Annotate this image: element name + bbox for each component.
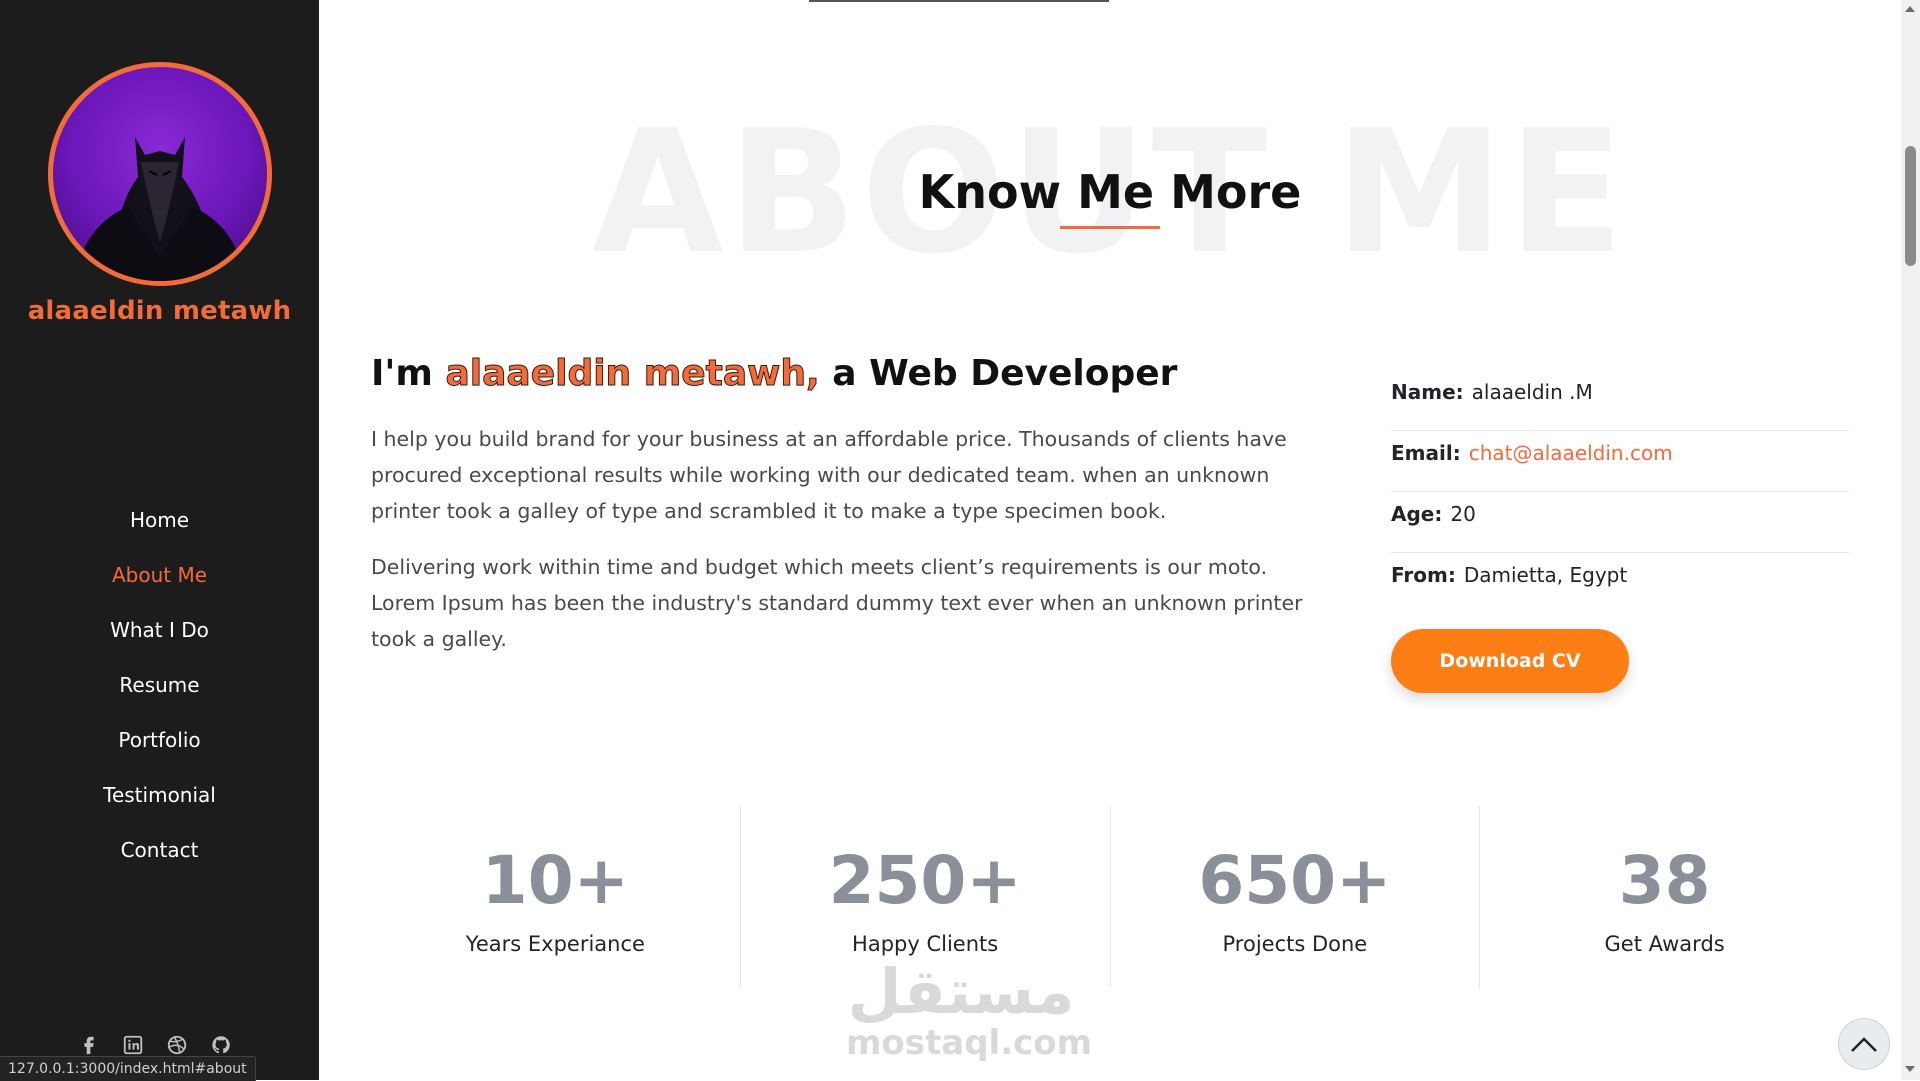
watermark-arabic: مستقل: [847, 955, 1075, 1028]
intro-name: alaaeldin metawh,: [445, 353, 820, 395]
detail-name: Name: alaaeldin .M: [1391, 370, 1849, 431]
sidebar-nav: Home About Me What I Do Resume Portfolio…: [0, 498, 319, 883]
stat-item: 10+ Years Experiance: [371, 806, 741, 988]
scroll-down-arrow-icon[interactable]: [1905, 1066, 1915, 1072]
nav-item-about-me[interactable]: About Me: [0, 553, 319, 608]
stat-label: Happy Clients: [852, 932, 999, 956]
facebook-icon[interactable]: [78, 1034, 100, 1056]
nav-item-resume[interactable]: Resume: [0, 663, 319, 718]
detail-from: From: Damietta, Egypt: [1391, 553, 1849, 613]
sidebar: alaaeldin metawh Home About Me What I Do…: [0, 0, 319, 1081]
status-bar-url: 127.0.0.1:3000/index.html#about: [0, 1056, 256, 1081]
github-icon[interactable]: [210, 1034, 232, 1056]
title-underline: [1060, 226, 1160, 229]
about-paragraph-1: I help you build brand for your business…: [371, 427, 1287, 523]
detail-label: Age:: [1391, 502, 1443, 526]
linkedin-icon[interactable]: [122, 1034, 144, 1056]
detail-email: Email: chat@alaaeldin.com: [1391, 431, 1849, 492]
email-link[interactable]: chat@alaaeldin.com: [1469, 441, 1673, 465]
page-scrollbar[interactable]: [1901, 0, 1920, 1080]
intro-heading: I'm alaaeldin metawh, a Web Developer: [371, 350, 1321, 398]
watermark: مستقل mostaql.com: [846, 955, 1093, 1063]
scrollbar-thumb[interactable]: [1905, 146, 1916, 266]
scroll-to-top-button[interactable]: [1838, 1018, 1890, 1070]
stat-value: 650+: [1198, 842, 1392, 919]
dribbble-icon[interactable]: [166, 1034, 188, 1056]
social-links: [78, 1032, 248, 1058]
detail-label: Email:: [1391, 441, 1461, 465]
stat-value: 10+: [481, 842, 629, 919]
stat-item: 650+ Projects Done: [1111, 806, 1481, 988]
stat-label: Get Awards: [1604, 932, 1725, 956]
nav-item-contact[interactable]: Contact: [0, 828, 319, 883]
detail-age: Age: 20: [1391, 492, 1849, 553]
nav-item-portfolio[interactable]: Portfolio: [0, 718, 319, 773]
owner-name: alaaeldin metawh: [27, 296, 292, 326]
batman-portrait-image: [73, 137, 247, 281]
stat-item: 38 Get Awards: [1480, 806, 1849, 988]
section-title: Know Me More: [918, 165, 1302, 219]
avatar: [48, 62, 272, 286]
stat-value: 250+: [828, 842, 1022, 919]
nav-item-what-i-do[interactable]: What I Do: [0, 608, 319, 663]
watermark-latin: mostaql.com: [846, 1023, 1093, 1063]
scroll-up-arrow-icon[interactable]: [1905, 6, 1915, 12]
about-paragraph-2: Delivering work within time and budget w…: [371, 555, 1303, 651]
personal-details: Name: alaaeldin .M Email: chat@alaaeldin.c…: [1391, 370, 1849, 613]
stats-row: 10+ Years Experiance 250+ Happy Clients …: [371, 806, 1849, 988]
detail-value: alaaeldin .M: [1471, 380, 1593, 404]
detail-label: Name:: [1391, 380, 1464, 404]
intro-suffix: a Web Developer: [819, 353, 1178, 394]
stat-value: 38: [1618, 842, 1711, 919]
nav-item-testimonial[interactable]: Testimonial: [0, 773, 319, 828]
detail-value: Damietta, Egypt: [1463, 563, 1628, 587]
detail-label: From:: [1391, 563, 1456, 587]
nav-item-home[interactable]: Home: [0, 498, 319, 553]
intro-prefix: I'm: [371, 353, 446, 394]
chevron-up-icon: [1851, 1037, 1877, 1052]
top-divider: [809, 0, 1109, 2]
stat-label: Projects Done: [1222, 932, 1368, 956]
download-cv-button[interactable]: Download CV: [1391, 629, 1629, 693]
detail-value: 20: [1450, 502, 1476, 526]
stat-label: Years Experiance: [465, 932, 645, 956]
